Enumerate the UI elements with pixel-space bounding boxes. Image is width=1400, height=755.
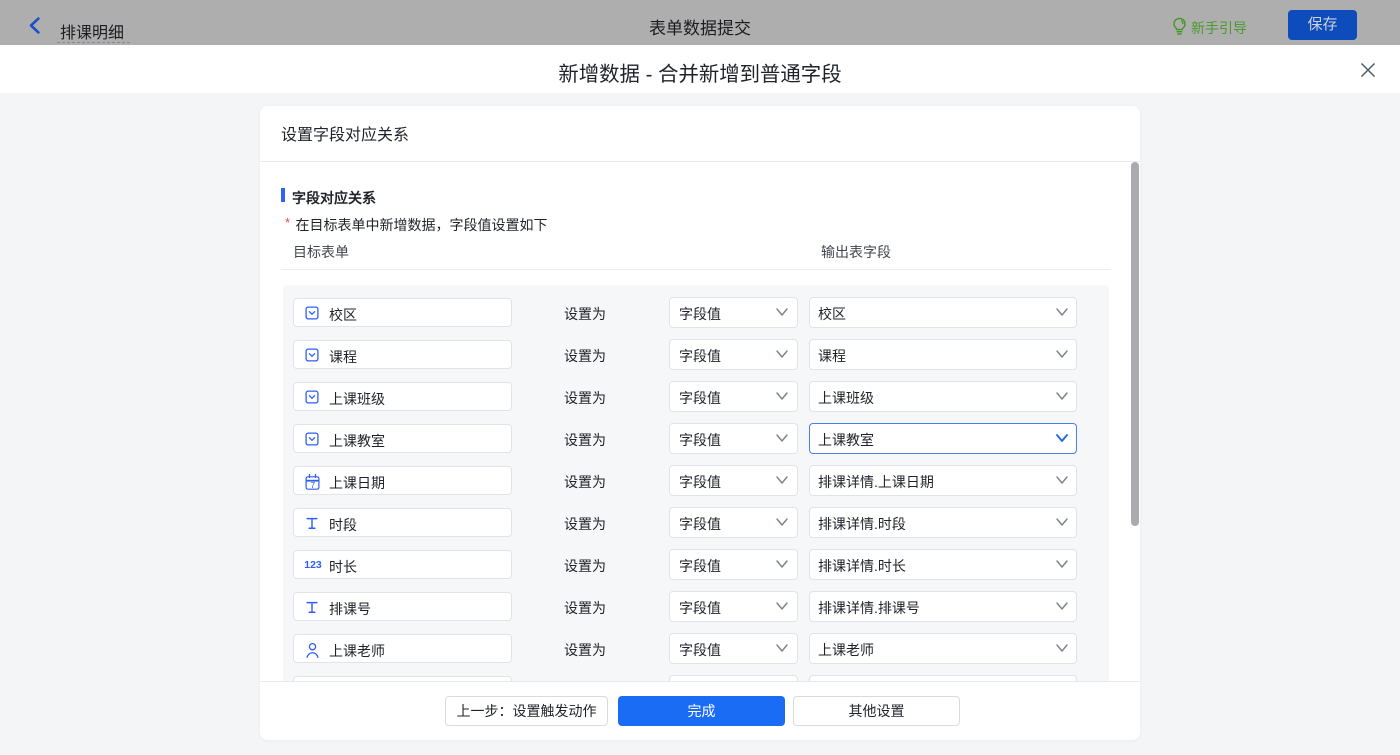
svg-text:7: 7 [311, 480, 316, 490]
